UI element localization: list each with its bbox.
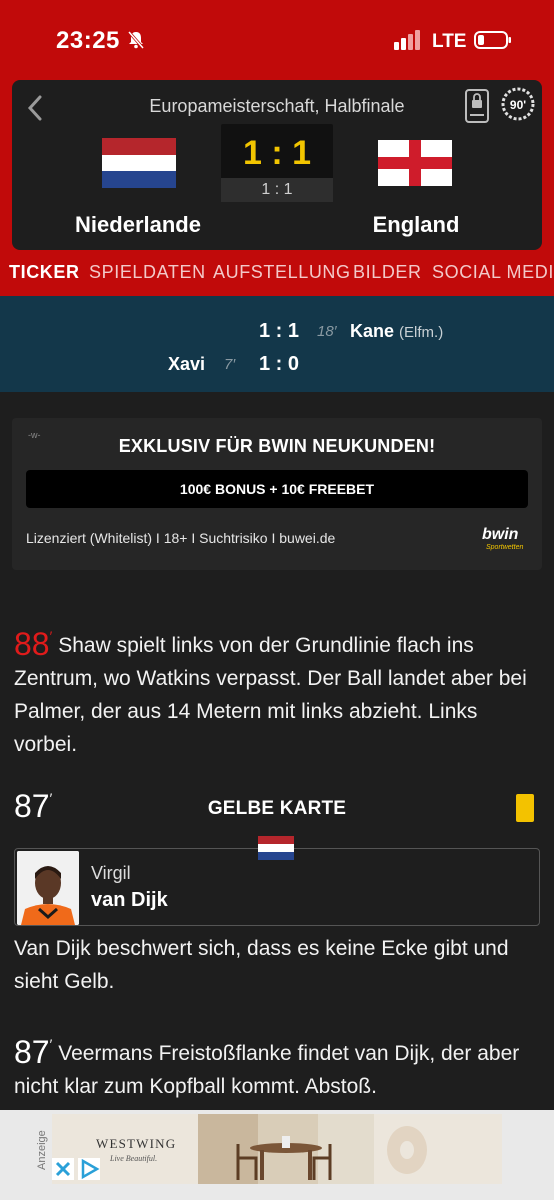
player-last-name: van Dijk — [91, 889, 168, 911]
ad-bonus-button[interactable]: 100€ BONUS + 10€ FREEBET — [26, 470, 528, 508]
ticker-minute: 88′ — [14, 626, 53, 662]
player-photo — [17, 851, 79, 925]
goal-row: 1 : 1 18′ Kane (Elfm.) — [0, 320, 554, 350]
bwin-logo: bwin Sportwetten — [482, 526, 524, 551]
england-flag-icon — [378, 140, 452, 186]
westwing-tagline: Live Beautiful. — [110, 1154, 158, 1163]
goal-score: 1 : 1 — [258, 320, 300, 342]
close-ad-icon[interactable] — [52, 1158, 74, 1180]
goal-row: Xavi 7′ 1 : 0 — [0, 353, 554, 383]
match-minute-label: 90' — [510, 98, 526, 112]
event-title: GELBE KARTE — [207, 798, 347, 819]
ad-choices-icon[interactable] — [78, 1158, 100, 1180]
tab-social-media[interactable]: SOCIAL MEDIA — [432, 262, 554, 283]
player-avatar-icon — [17, 851, 79, 925]
signal-icon — [394, 30, 420, 50]
ad-legal-text: Lizenziert (Whitelist) I 18+ I Suchtrisi… — [26, 530, 336, 546]
ticker-text: Shaw spielt links von der Grundlinie fla… — [14, 634, 527, 756]
score-main: 1 : 1 — [242, 134, 312, 172]
tab-spieldaten[interactable]: SPIELDATEN — [89, 262, 206, 283]
tab-bilder[interactable]: BILDER — [353, 262, 422, 283]
westwing-logo: WESTWING — [96, 1136, 177, 1151]
muted-bell-icon — [127, 31, 145, 49]
goal-scorer: Xavi — [168, 354, 206, 374]
scoreboard: 1 : 1 1 : 1 — [221, 124, 333, 202]
battery-icon — [474, 31, 511, 49]
status-time: 23:25 — [56, 27, 120, 54]
away-team-name[interactable]: England — [340, 212, 492, 238]
player-first-name: Virgil — [91, 863, 131, 883]
dining-room-image — [198, 1114, 374, 1184]
sponsor-ad[interactable]: -w- EXKLUSIV FÜR BWIN NEUKUNDEN! 100€ BO… — [12, 418, 542, 570]
home-team-name[interactable]: Niederlande — [62, 212, 214, 238]
status-bar: 23:25 LTE — [0, 0, 554, 80]
yellow-card-icon — [516, 794, 534, 822]
goal-summary: 1 : 1 18′ Kane (Elfm.) Xavi 7′ 1 : 0 — [0, 296, 554, 392]
ticker-entry: 87′ Veermans Freistoßflanke findet van Di… — [14, 1028, 540, 1103]
score-halftime: 1 : 1 — [221, 178, 333, 202]
westwing-ad-panel[interactable]: WESTWING Live Beautiful. — [52, 1114, 502, 1184]
goal-scorer: Kane (Elfm.) — [350, 321, 444, 341]
phone-lock-icon[interactable] — [464, 88, 490, 124]
live-ticker: 88′ Shaw spielt links von der Grundlinie … — [0, 586, 554, 1110]
tab-ticker[interactable]: TICKER — [9, 262, 80, 283]
netherlands-flag-icon — [102, 138, 176, 188]
goal-score: 1 : 0 — [258, 353, 300, 375]
network-type: LTE — [432, 31, 467, 52]
ad-title: EXKLUSIV FÜR BWIN NEUKUNDEN! — [118, 436, 436, 456]
netherlands-flag-icon — [258, 836, 294, 860]
goal-minute: 7′ — [224, 356, 236, 373]
match-minute-icon: 90' — [501, 87, 535, 121]
vase-image — [387, 1126, 427, 1174]
ad-label: Anzeige — [36, 1130, 48, 1170]
tab-aufstellung[interactable]: AUFSTELLUNG — [213, 262, 351, 283]
ticker-entry: 88′ Shaw spielt links von der Grundlinie … — [14, 620, 540, 761]
match-header-card: Europameisterschaft, Halbfinale 90' 1 : … — [12, 80, 542, 250]
competition-title: Europameisterschaft, Halbfinale — [149, 96, 405, 116]
tab-bar: TICKER SPIELDATEN AUFSTELLUNG BILDER SOC… — [0, 262, 554, 292]
ticker-minute: 87′ — [14, 1034, 53, 1070]
bottom-banner-ad[interactable]: Anzeige WESTWING Live Beautiful. — [0, 1110, 554, 1200]
ticker-text: Veermans Freistoßflanke findet van Dijk,… — [14, 1042, 520, 1098]
ticker-text: Van Dijk beschwert sich, dass es keine E… — [14, 937, 509, 993]
goal-minute: 18′ — [317, 323, 337, 340]
